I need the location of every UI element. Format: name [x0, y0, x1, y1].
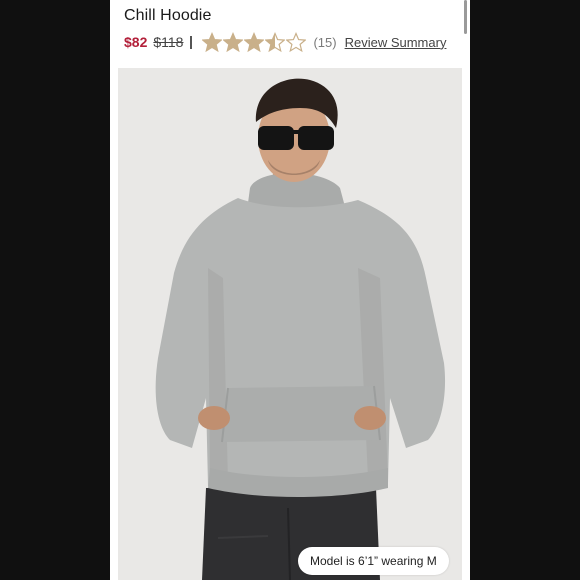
product-page: Chill Hoodie $82 $118 (15) Review Summar…: [110, 0, 470, 580]
star-icon: [286, 31, 307, 53]
model-photo: [118, 68, 462, 580]
sale-price: $82: [124, 34, 148, 50]
star-icon: [265, 31, 286, 53]
original-price: $118: [153, 34, 184, 50]
price-row: $82 $118 (15) Review Summary: [124, 30, 446, 54]
right-letterbox: [470, 0, 580, 580]
review-summary-link[interactable]: Review Summary: [345, 35, 447, 50]
product-title: Chill Hoodie: [124, 7, 212, 24]
star-icon: [202, 31, 223, 53]
star-icon: [244, 31, 265, 53]
scrollbar[interactable]: [464, 0, 467, 34]
review-count[interactable]: (15): [313, 35, 336, 50]
product-image[interactable]: Model is 6’1” wearing M: [118, 68, 462, 580]
model-size-badge: Model is 6’1” wearing M: [298, 547, 449, 575]
left-letterbox: [0, 0, 110, 580]
rating-stars[interactable]: [202, 31, 307, 53]
star-icon: [223, 31, 244, 53]
listing-frame: Chill Hoodie $82 $118 (15) Review Summar…: [0, 0, 580, 580]
price-divider: [190, 35, 193, 49]
